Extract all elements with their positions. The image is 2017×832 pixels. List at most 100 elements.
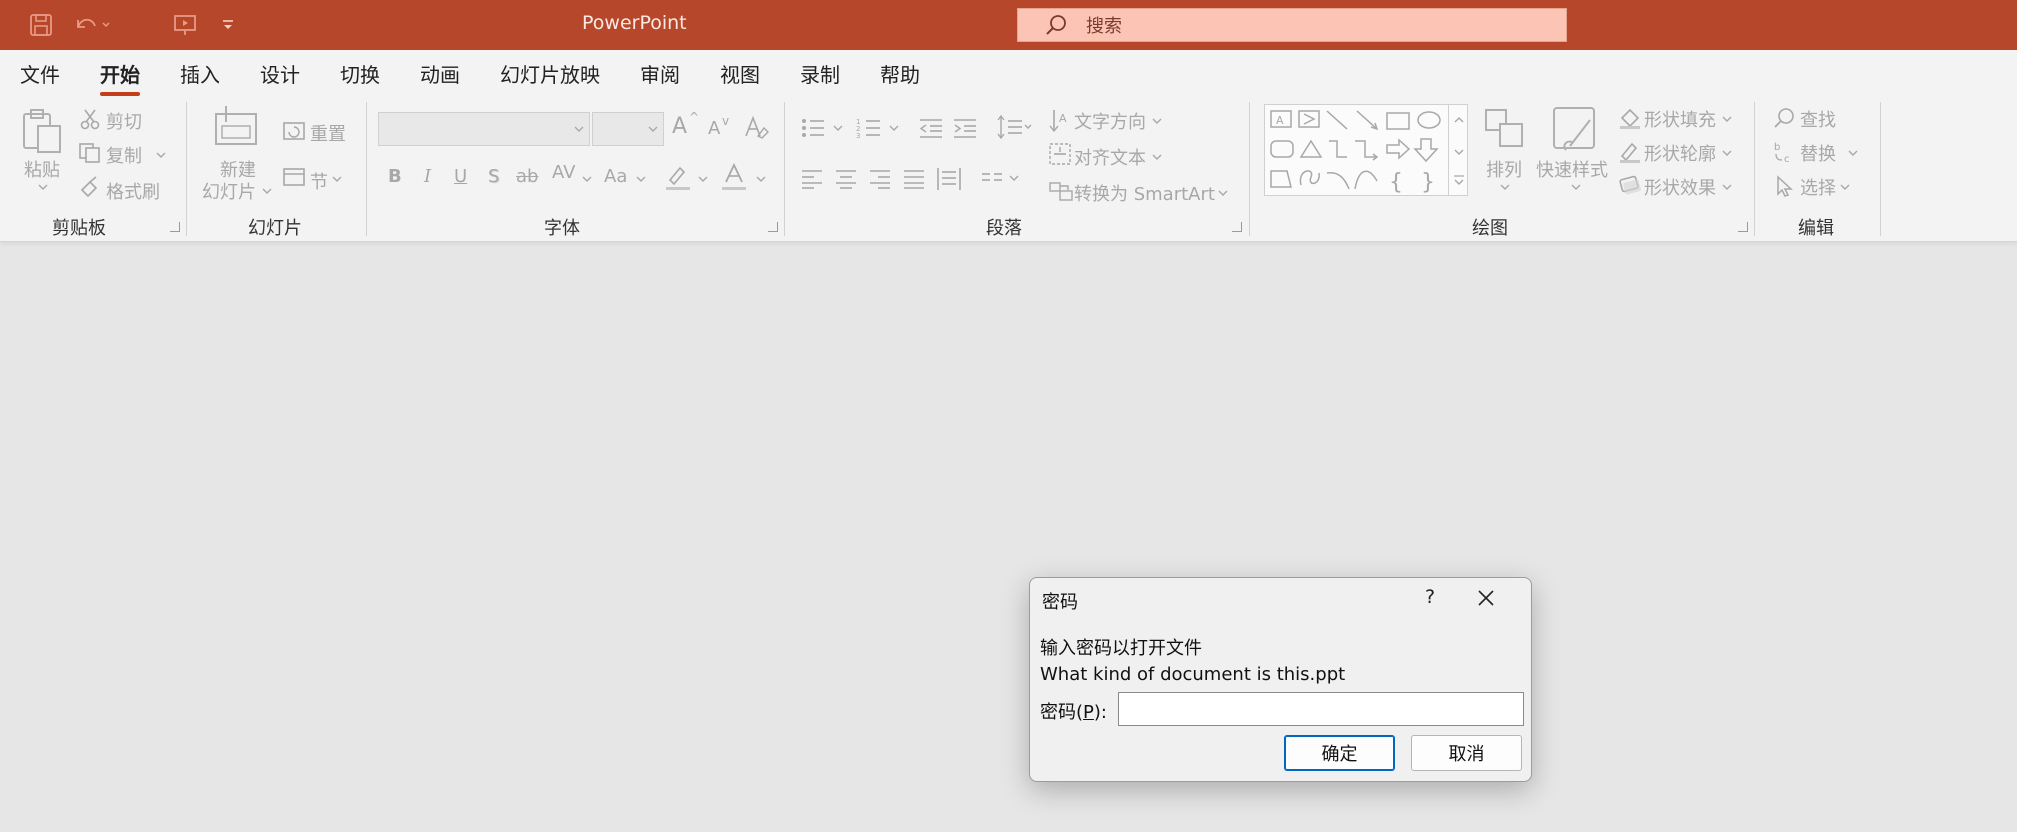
line-spacing-icon[interactable] [994, 114, 1034, 146]
shape-fill-button[interactable]: 形状填充 [1644, 106, 1716, 132]
paste-icon[interactable] [20, 106, 66, 160]
select-button[interactable]: 选择 [1800, 174, 1836, 200]
undo-icon[interactable] [72, 12, 112, 38]
svg-text:b: b [1774, 142, 1780, 153]
clipboard-launcher-icon[interactable] [170, 222, 180, 232]
text-direction-icon[interactable]: A [1048, 108, 1070, 138]
scissors-icon[interactable] [80, 108, 100, 134]
tab-help[interactable]: 帮助 [880, 55, 920, 92]
shape-fill-icon[interactable] [1618, 106, 1642, 134]
tab-home[interactable]: 开始 [100, 55, 140, 96]
columns-icon[interactable] [980, 168, 1022, 194]
align-center-icon[interactable] [834, 168, 858, 194]
find-icon[interactable] [1772, 106, 1796, 134]
smartart-icon[interactable] [1048, 180, 1074, 206]
bold-button[interactable]: B [388, 166, 402, 187]
password-input[interactable] [1118, 692, 1524, 726]
search-box[interactable]: 搜索 [1017, 8, 1567, 42]
tab-view[interactable]: 视图 [720, 55, 760, 92]
find-button[interactable]: 查找 [1800, 106, 1836, 132]
tab-file[interactable]: 文件 [20, 55, 60, 92]
paragraph-launcher-icon[interactable] [1232, 222, 1242, 232]
replace-button[interactable]: 替换 [1800, 140, 1836, 166]
svg-text:A: A [1059, 112, 1067, 125]
align-text-button[interactable]: 对齐文本 [1074, 144, 1146, 170]
shapes-gallery[interactable]: A { } [1264, 104, 1468, 196]
arrange-label[interactable]: 排列 [1486, 156, 1522, 182]
paste-label: 粘贴 [24, 160, 60, 181]
tab-design[interactable]: 设计 [260, 55, 300, 92]
bullets-icon[interactable] [800, 116, 846, 144]
cancel-button[interactable]: 取消 [1411, 735, 1522, 771]
quick-styles-label[interactable]: 快速样式 [1536, 156, 1608, 182]
increase-indent-icon[interactable] [952, 116, 978, 144]
select-cursor-icon[interactable] [1772, 174, 1796, 202]
align-right-icon[interactable] [868, 168, 892, 194]
dialog-message: 输入密码以打开文件 [1040, 638, 1202, 659]
separator [366, 102, 367, 236]
shape-effects-icon[interactable] [1618, 172, 1642, 200]
password-dialog: 密码 ? 输入密码以打开文件 What kind of document is … [1029, 577, 1532, 782]
font-name-combo[interactable] [378, 112, 590, 146]
tab-transitions[interactable]: 切换 [340, 55, 380, 92]
help-button[interactable]: ? [1425, 586, 1435, 608]
replace-icon[interactable]: bc [1772, 140, 1796, 168]
arrange-icon[interactable] [1482, 106, 1526, 154]
copy-button[interactable]: 复制 [106, 142, 142, 168]
tab-record[interactable]: 录制 [800, 55, 840, 92]
italic-button[interactable]: I [424, 166, 431, 187]
char-spacing-button[interactable]: AV [552, 162, 575, 183]
tab-insert[interactable]: 插入 [180, 55, 220, 92]
editing-group-label: 编辑 [1798, 218, 1834, 239]
distributed-icon[interactable] [936, 166, 962, 196]
strikethrough-button[interactable]: ab [516, 166, 538, 187]
ok-button[interactable]: 确定 [1284, 735, 1395, 771]
close-icon[interactable] [1476, 588, 1496, 608]
smartart-button[interactable]: 转换为 SmartArt [1074, 180, 1215, 206]
reset-button[interactable]: 重置 [310, 120, 346, 146]
align-left-icon[interactable] [800, 168, 824, 194]
drawing-launcher-icon[interactable] [1738, 222, 1748, 232]
text-shadow-button[interactable]: S [488, 166, 499, 187]
quick-styles-icon[interactable] [1552, 106, 1600, 158]
shape-outline-button[interactable]: 形状轮廓 [1644, 140, 1716, 166]
align-text-icon[interactable] [1048, 142, 1072, 170]
justify-icon[interactable] [902, 168, 926, 194]
format-painter-button[interactable]: 格式刷 [106, 178, 160, 204]
font-color-icon[interactable] [720, 162, 748, 196]
grow-font-icon: ^ [689, 110, 700, 124]
section-icon[interactable] [282, 166, 306, 192]
tab-animations[interactable]: 动画 [420, 55, 460, 92]
shrink-font-button[interactable]: A [708, 118, 720, 139]
decrease-indent-icon[interactable] [918, 116, 944, 144]
shape-effects-button[interactable]: 形状效果 [1644, 174, 1716, 200]
tab-review[interactable]: 审阅 [640, 55, 680, 92]
underline-button[interactable]: U [454, 166, 467, 187]
shapes-scroll[interactable] [1448, 104, 1468, 196]
customize-toolbar-icon[interactable] [220, 12, 236, 38]
font-launcher-icon[interactable] [768, 222, 778, 232]
grow-font-button[interactable]: A [672, 114, 687, 139]
ribbon: 粘贴 剪切 复制 格式刷 剪贴板 新建 幻灯片 重置 节 幻灯片 A ^ A v… [0, 96, 2017, 242]
tab-slideshow[interactable]: 幻灯片放映 [500, 55, 600, 92]
cut-button[interactable]: 剪切 [106, 108, 142, 134]
section-button[interactable]: 节 [310, 168, 328, 194]
search-placeholder: 搜索 [1086, 16, 1122, 37]
text-direction-button[interactable]: 文字方向 [1074, 108, 1146, 134]
new-slide-label-2[interactable]: 幻灯片 [202, 178, 256, 204]
svg-text:A: A [1276, 114, 1284, 127]
format-painter-icon[interactable] [78, 176, 102, 202]
highlight-icon[interactable] [664, 162, 692, 196]
new-slide-icon[interactable] [212, 104, 262, 152]
shape-outline-icon[interactable] [1618, 140, 1642, 168]
reset-icon[interactable] [282, 120, 306, 146]
change-case-button[interactable]: Aa [604, 166, 627, 187]
numbering-icon[interactable]: 123 [856, 116, 902, 144]
copy-icon[interactable] [78, 142, 102, 168]
slides-group-label: 幻灯片 [248, 218, 302, 239]
present-icon[interactable] [172, 12, 198, 38]
separator [784, 102, 785, 236]
save-icon[interactable] [28, 12, 54, 38]
clear-formatting-icon[interactable] [742, 114, 770, 146]
drawing-group-label: 绘图 [1472, 218, 1508, 239]
